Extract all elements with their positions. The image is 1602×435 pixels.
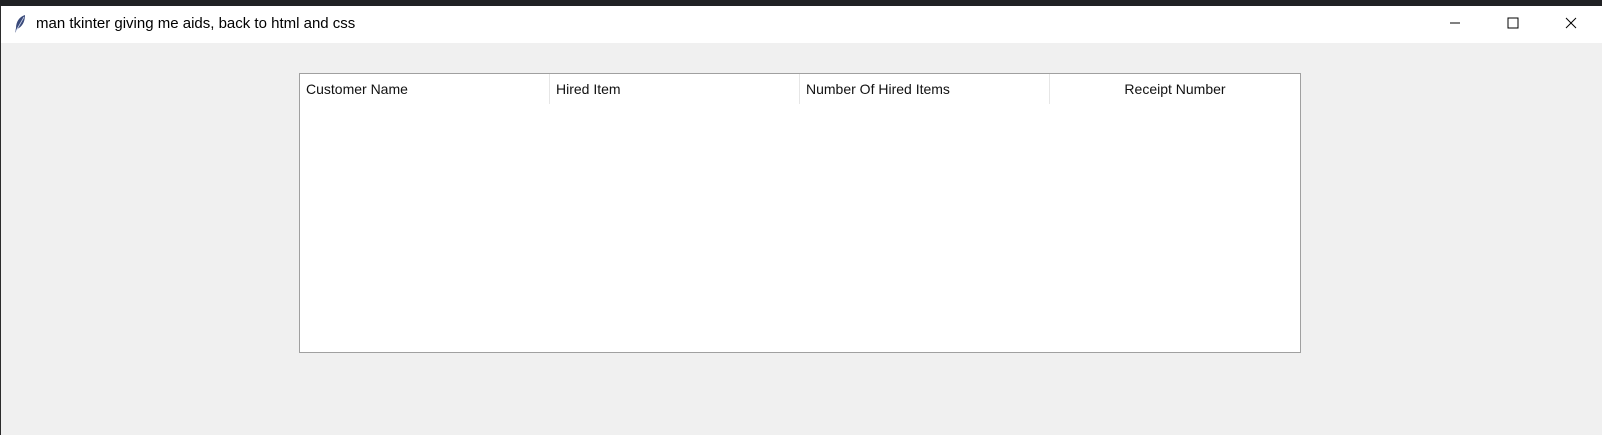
table-body[interactable] — [300, 104, 1300, 352]
maximize-icon — [1507, 16, 1519, 34]
minimize-icon — [1449, 16, 1461, 34]
feather-icon — [13, 14, 27, 34]
column-header-receipt-number[interactable]: Receipt Number — [1050, 74, 1300, 104]
close-button[interactable] — [1548, 6, 1594, 43]
client-area: Customer Name Hired Item Number Of Hired… — [1, 43, 1602, 435]
window-title: man tkinter giving me aids, back to html… — [36, 15, 356, 32]
title-bar[interactable]: man tkinter giving me aids, back to html… — [1, 6, 1602, 43]
app-window: man tkinter giving me aids, back to html… — [1, 6, 1602, 435]
close-icon — [1565, 16, 1577, 34]
maximize-button[interactable] — [1490, 6, 1536, 43]
minimize-button[interactable] — [1432, 6, 1478, 43]
column-header-customer-name[interactable]: Customer Name — [300, 74, 550, 104]
column-header-hired-item[interactable]: Hired Item — [550, 74, 800, 104]
column-header-number-of-hired-items[interactable]: Number Of Hired Items — [800, 74, 1050, 104]
hire-treeview[interactable]: Customer Name Hired Item Number Of Hired… — [299, 73, 1301, 353]
table-header: Customer Name Hired Item Number Of Hired… — [300, 74, 1300, 104]
